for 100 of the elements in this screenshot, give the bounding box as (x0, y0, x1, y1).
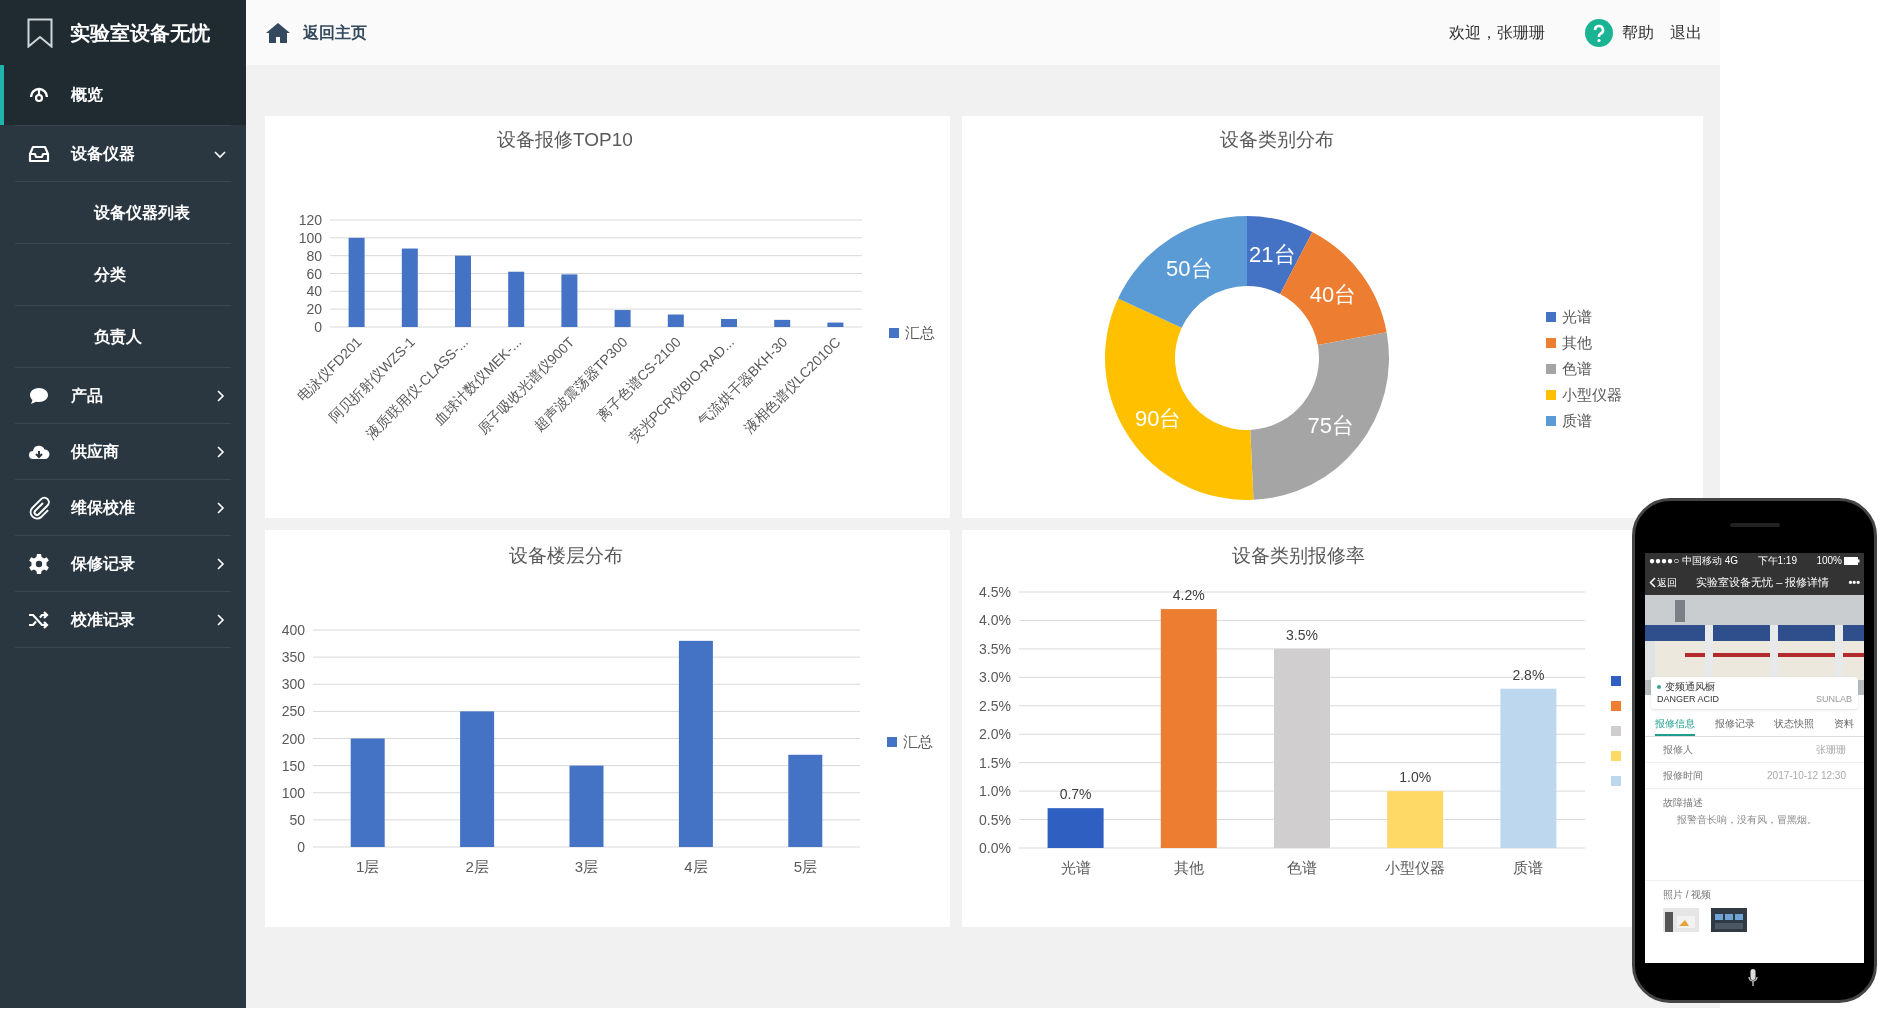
data-label: 1.0% (1399, 769, 1432, 786)
legend-label: 质谱 (1562, 412, 1592, 429)
data-label: 75台 (1307, 412, 1354, 438)
nav-item[interactable]: 保修记录 (0, 536, 246, 591)
axis-tick-label: 2.5% (979, 697, 1011, 714)
data-label: 50台 (1166, 255, 1213, 281)
data-label: 4.2% (1172, 587, 1205, 604)
category-label: 2层 (465, 858, 489, 875)
axis-tick-label: 100 (281, 784, 305, 801)
tab[interactable]: 资料 (1834, 712, 1855, 736)
tab[interactable]: 状态快照 (1774, 712, 1815, 736)
battery-icon (1844, 557, 1860, 565)
device-brand: SUNLAB (1816, 693, 1852, 705)
axis-tick-label: 80 (306, 247, 322, 264)
carrier-text: ●●●●○ 中国移动 4G (1649, 556, 1739, 566)
home-icon[interactable] (265, 21, 291, 44)
category-label: 小型仪器 (1385, 859, 1446, 876)
chart-title: 设备类别报修率 (1231, 545, 1365, 566)
field-label: 报修时间 (1663, 768, 1703, 783)
field-value: 张珊珊 (1816, 742, 1846, 757)
field-value: 2017-10-12 12:30 (1767, 768, 1846, 783)
axis-tick-label: 300 (281, 676, 305, 693)
axis-tick-label: 400 (281, 622, 305, 638)
axis-tick-label: 150 (281, 757, 305, 774)
axis-tick-label: 4.5% (979, 584, 1011, 600)
axis-tick-label: 40 (306, 283, 322, 300)
axis-tick-label: 350 (281, 649, 305, 666)
help-link[interactable]: 帮助 (1622, 20, 1654, 45)
help-icon[interactable] (1585, 18, 1613, 47)
chart-title: 设备报修TOP10 (497, 129, 633, 150)
chart-title: 设备类别分布 (1220, 129, 1334, 150)
brand-title: 实验室设备无忧 (70, 20, 210, 46)
category-label: 光谱 (1060, 859, 1091, 876)
category-label: 质谱 (1513, 859, 1544, 876)
category-label: 其他 (1173, 859, 1204, 876)
battery-text: 100% (1816, 556, 1842, 566)
settings-icon (27, 551, 51, 576)
tab[interactable]: 报修记录 (1714, 712, 1755, 736)
nav-item[interactable]: 校准记录 (0, 592, 246, 647)
axis-tick-label: 3.5% (979, 640, 1011, 657)
fault-description: 报警音长响，没有风，冒黑烟。 (1676, 812, 1818, 827)
data-label: 40台 (1309, 282, 1357, 308)
axis-tick-label: 20 (306, 301, 322, 318)
data-label: 2.8% (1512, 666, 1545, 683)
data-label: 21台 (1249, 242, 1296, 268)
axis-tick-label: 0 (297, 839, 305, 855)
submenu-item[interactable]: 分类 (0, 244, 246, 305)
nav-item[interactable]: 设备仪器 (0, 126, 246, 181)
category-label: 4层 (684, 858, 708, 875)
category-label: 1层 (356, 858, 380, 875)
paperclip-icon (27, 495, 51, 520)
microphone-icon (1748, 969, 1758, 987)
axis-tick-label: 0 (314, 319, 322, 335)
back-chevron-icon[interactable] (1649, 576, 1656, 588)
legend-label: 色谱 (1562, 360, 1592, 377)
axis-tick-label: 2.0% (979, 726, 1011, 743)
chart-title: 设备楼层分布 (509, 545, 623, 566)
legend-label: 汇总 (903, 733, 933, 750)
category-label: 色谱 (1287, 859, 1317, 876)
legend-label: 汇总 (905, 324, 935, 341)
axis-tick-label: 3.0% (979, 669, 1011, 686)
field-label: 故障描述 (1663, 795, 1704, 810)
device-model: DANGER ACID (1657, 693, 1719, 705)
axis-tick-label: 200 (281, 730, 305, 747)
legend-label: 其他 (1562, 334, 1592, 351)
data-label: 3.5% (1286, 626, 1318, 643)
home-link[interactable]: 返回主页 (303, 20, 367, 45)
data-label: 90台 (1134, 405, 1182, 431)
axis-tick-label: 100 (298, 229, 322, 246)
axis-tick-label: 120 (298, 212, 322, 228)
welcome-text: 欢迎，张珊珊 (1449, 22, 1545, 43)
axis-tick-label: 1.5% (979, 754, 1011, 771)
back-link[interactable]: 返回 (1657, 574, 1677, 590)
axis-tick-label: 0.0% (979, 840, 1011, 856)
tab[interactable]: 报修信息 (1654, 712, 1695, 736)
submenu-item[interactable]: 负责人 (0, 306, 246, 367)
axis-tick-label: 250 (281, 703, 305, 720)
axis-tick-label: 1.0% (979, 783, 1011, 800)
bookmark-icon (27, 17, 53, 48)
legend-label: 光谱 (1562, 308, 1592, 325)
submenu-item[interactable]: 设备仪器列表 (0, 182, 246, 243)
logout-link[interactable]: 退出 (1670, 20, 1702, 45)
screen-title: 实验室设备无忧 – 报修详情 (1695, 574, 1831, 590)
more-button[interactable]: ••• (1848, 573, 1860, 591)
axis-tick-label: 50 (289, 811, 305, 828)
media-label: 照片 / 视频 (1662, 887, 1713, 902)
device-name: 变频通风橱 (1665, 681, 1715, 694)
nav-item[interactable]: 产品 (0, 368, 246, 423)
clock-text: 下午1:19 (1757, 556, 1797, 566)
active-indicator (0, 65, 4, 125)
axis-tick-label: 4.0% (979, 612, 1011, 629)
field-label: 报修人 (1663, 742, 1693, 757)
category-label: 3层 (574, 858, 599, 875)
legend-label: 小型仪器 (1562, 386, 1622, 403)
data-label: 0.7% (1059, 786, 1092, 803)
nav-item[interactable]: 供应商 (0, 424, 246, 479)
axis-tick-label: 60 (306, 265, 322, 282)
axis-tick-label: 0.5% (979, 811, 1011, 828)
nav-item[interactable]: 维保校准 (0, 480, 246, 535)
category-label: 5层 (793, 858, 817, 875)
